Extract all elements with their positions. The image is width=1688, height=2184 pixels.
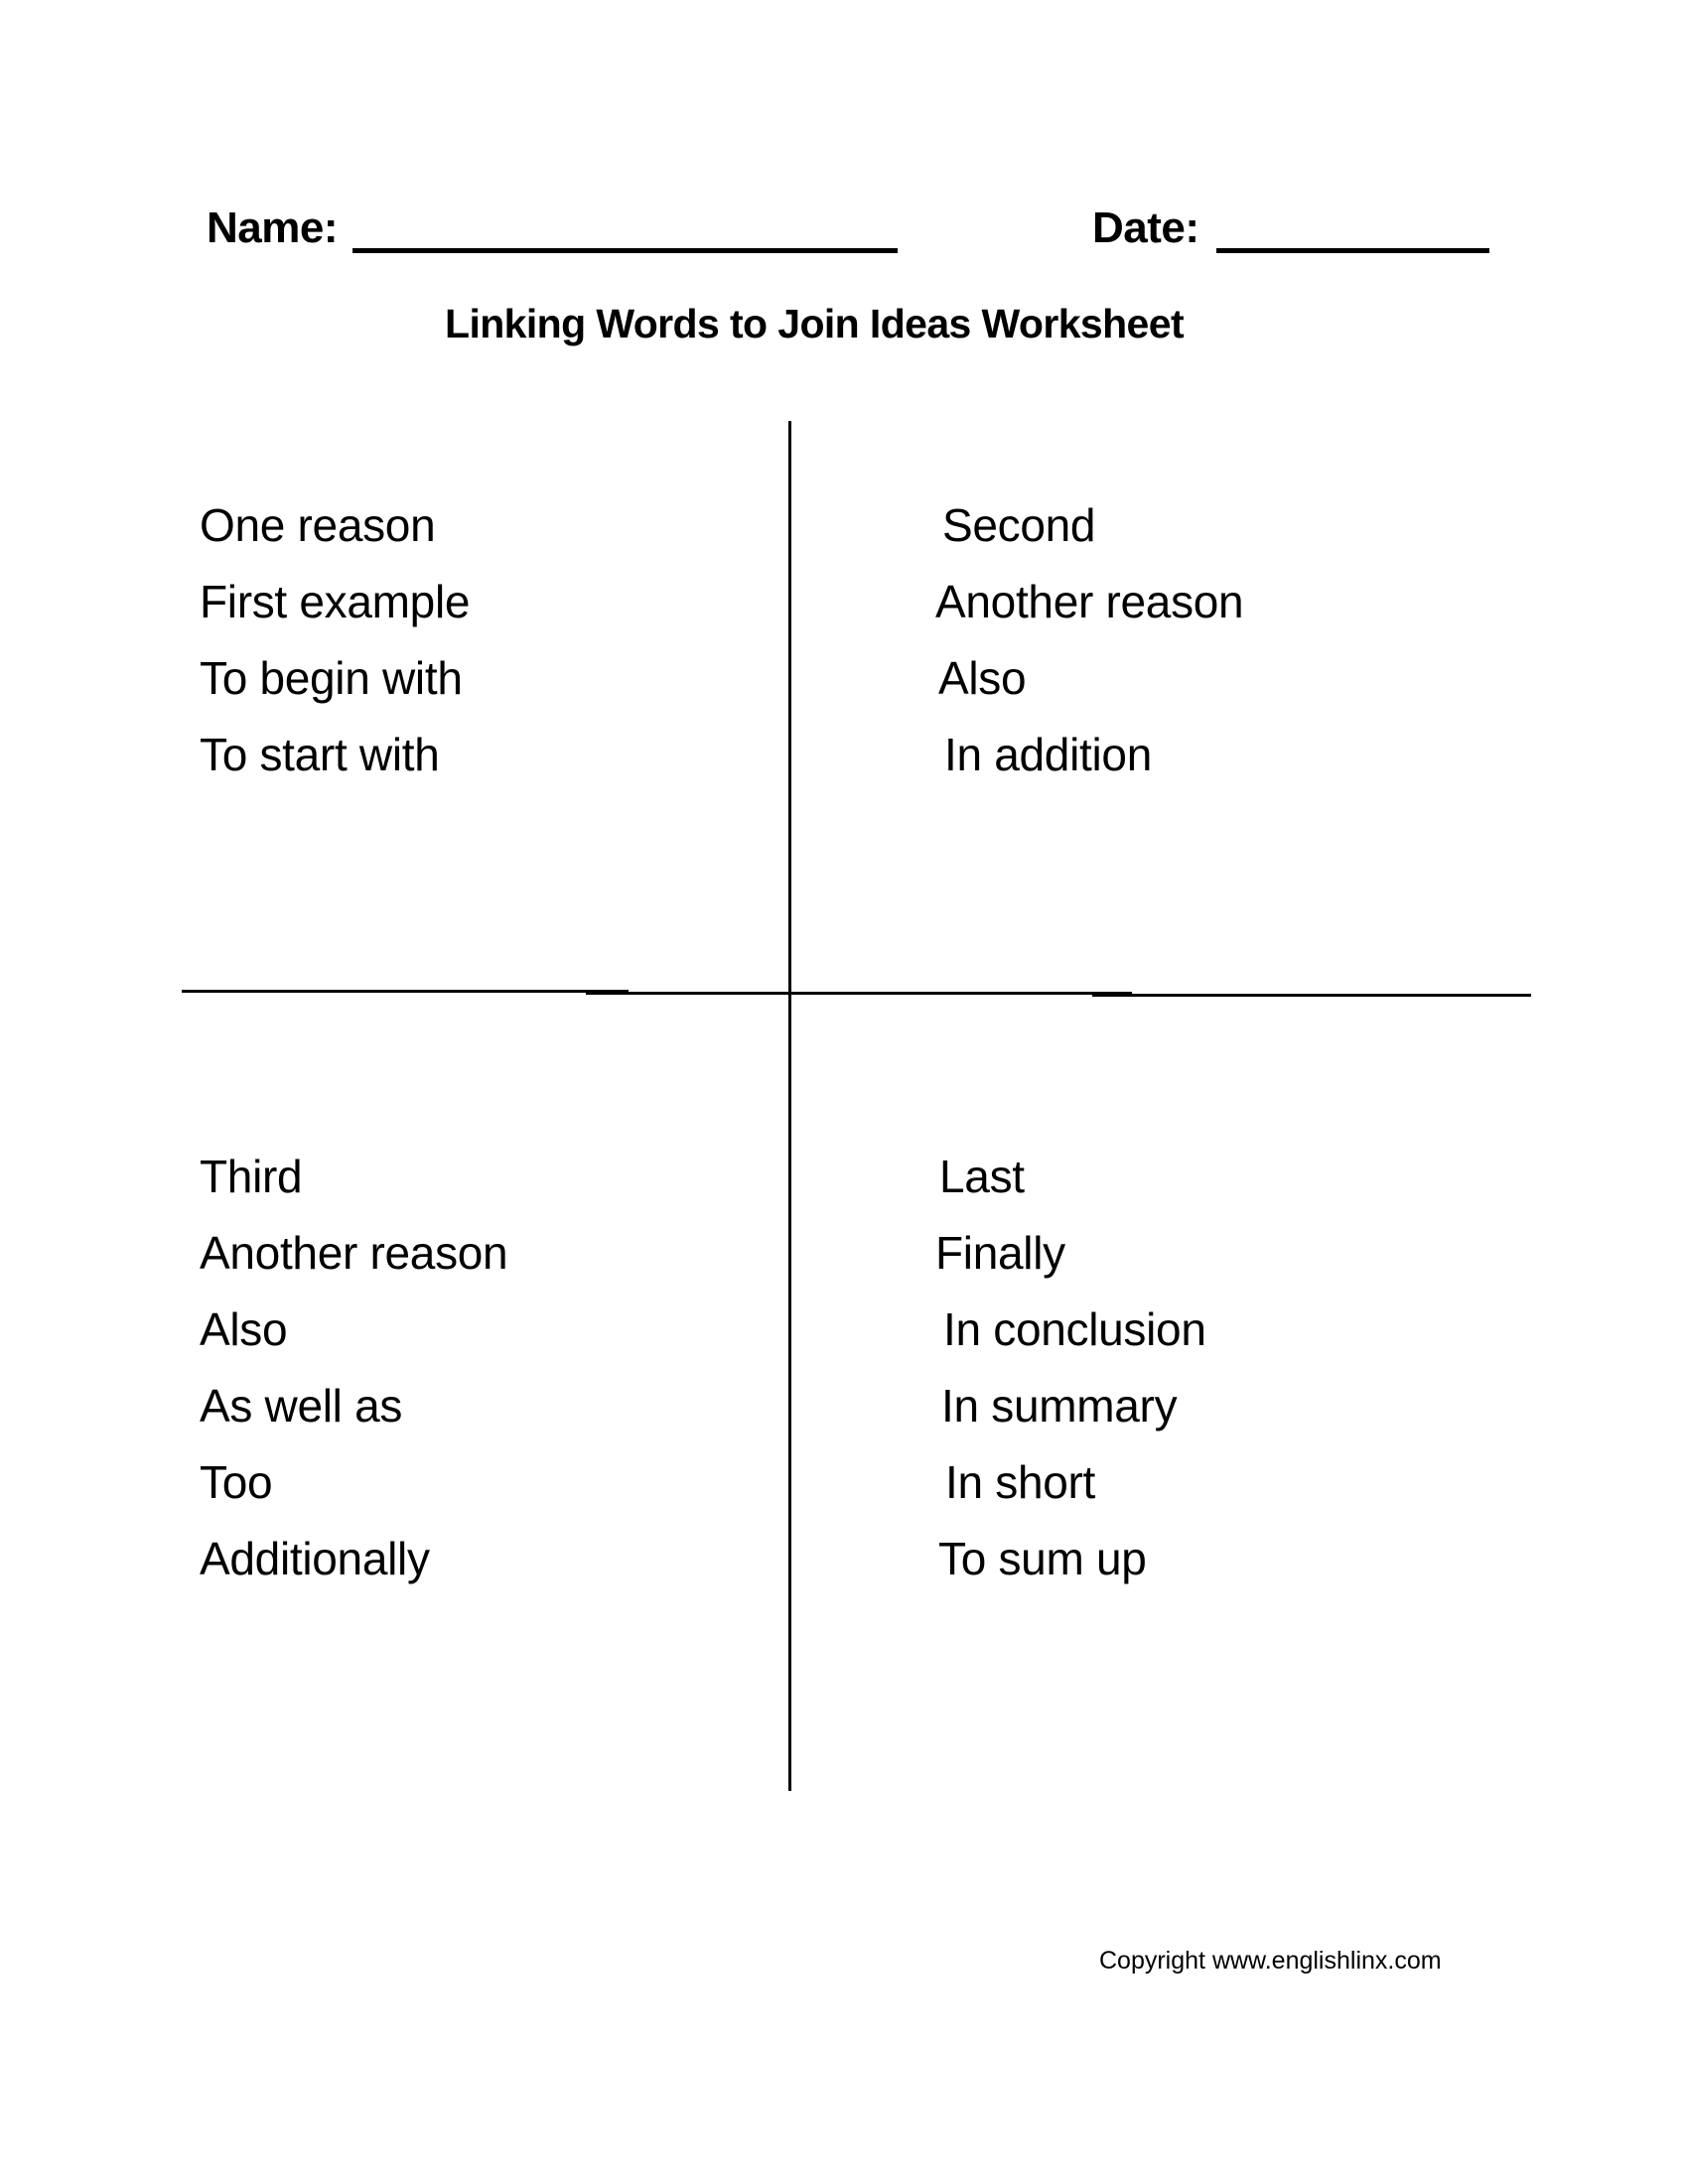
linking-word: Additionally [200,1533,430,1584]
linking-word: In short [945,1456,1096,1508]
linking-word: First example [200,576,471,627]
horizontal-divider-seg-3 [1092,994,1531,997]
linking-word: One reason [200,499,436,551]
vertical-divider [788,421,791,1791]
linking-word: Also [938,652,1027,704]
linking-word: Too [200,1456,273,1508]
name-blank-line[interactable] [352,248,898,253]
linking-word: In conclusion [943,1303,1206,1355]
name-label: Name: [207,204,339,252]
linking-word: As well as [200,1380,403,1432]
linking-word: In summary [941,1380,1178,1432]
linking-word: Finally [935,1227,1065,1279]
date-blank-line[interactable] [1216,248,1489,253]
linking-word: In addition [944,729,1152,780]
linking-word: Third [200,1151,303,1202]
linking-word: To begin with [200,652,463,704]
linking-word: Second [942,499,1096,551]
date-label: Date: [1092,204,1199,252]
linking-word: To start with [200,729,440,780]
linking-word: Another reason [935,576,1244,627]
copyright-notice: Copyright www.englishlinx.com [1099,1947,1442,1975]
linking-word: Also [200,1303,288,1355]
linking-word: Another reason [200,1227,508,1279]
linking-word: Last [939,1151,1025,1202]
horizontal-divider-seg-2 [586,992,1132,995]
horizontal-divider-seg-1 [182,990,629,993]
worksheet-title: Linking Words to Join Ideas Worksheet [445,301,1185,346]
linking-word: To sum up [938,1533,1147,1584]
